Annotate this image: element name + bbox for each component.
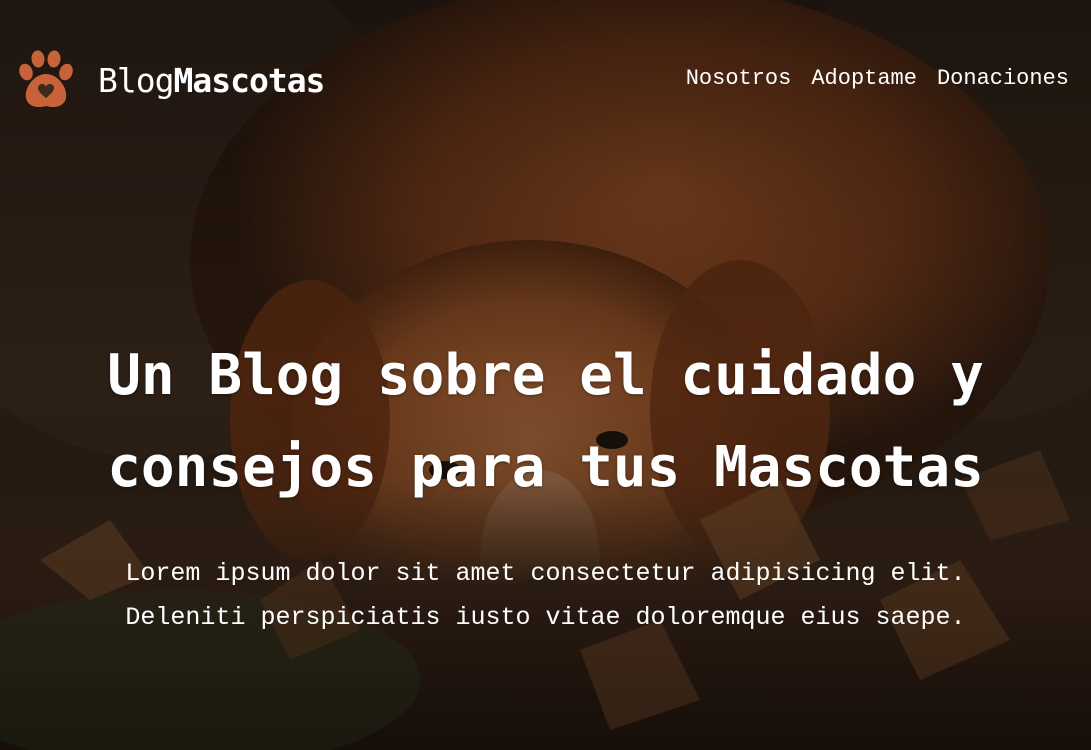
nav-link-nosotros[interactable]: Nosotros xyxy=(686,66,792,91)
hero-lead-text: Lorem ipsum dolor sit amet consectetur a… xyxy=(0,552,1091,640)
hero-title-line-2: consejos para tus Mascotas xyxy=(107,435,984,500)
nav-link-adoptame[interactable]: Adoptame xyxy=(811,66,917,91)
hero-lead-line-1: Lorem ipsum dolor sit amet consectetur a… xyxy=(125,559,966,588)
brand-name: BlogMascotas xyxy=(98,60,325,100)
brand-name-bold: Mascotas xyxy=(173,60,325,100)
brand-logo-link[interactable]: BlogMascotas xyxy=(14,48,325,112)
hero-title: Un Blog sobre el cuidado y consejos para… xyxy=(0,330,1091,514)
paw-heart-icon xyxy=(19,50,73,108)
brand-name-light: Blog xyxy=(98,60,174,100)
site-header: BlogMascotas Nosotros Adoptame Donacione… xyxy=(0,0,1091,160)
hero-title-line-1: Un Blog sobre el cuidado y xyxy=(107,343,984,408)
hero-section: BlogMascotas Nosotros Adoptame Donacione… xyxy=(0,0,1091,750)
nav-link-donaciones[interactable]: Donaciones xyxy=(937,66,1069,91)
hero-lead-line-2: Deleniti perspiciatis iusto vitae dolore… xyxy=(125,603,966,632)
main-navigation: Nosotros Adoptame Donaciones xyxy=(686,66,1069,91)
